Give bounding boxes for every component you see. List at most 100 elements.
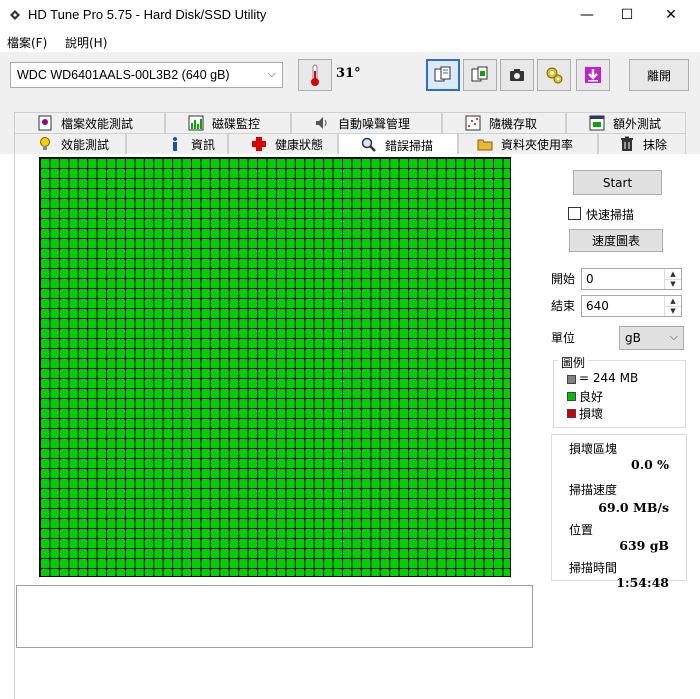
exit-button-label: 離開 xyxy=(646,68,671,83)
thermometer-icon xyxy=(311,64,319,86)
copy-text-icon xyxy=(434,66,451,82)
legend-good-swatch xyxy=(567,392,576,401)
scan-log-box xyxy=(16,585,533,648)
legend-title: 圖例 xyxy=(558,354,589,371)
stepper-arrows: ▲ ▼ xyxy=(664,296,681,316)
tab-file-benchmark[interactable]: 檔案效能測試 xyxy=(14,112,165,133)
unit-select-value: gB xyxy=(625,331,641,345)
position-value: 639 gB xyxy=(619,538,669,553)
scan-time-label: 掃描時間 xyxy=(569,561,618,575)
folder-icon xyxy=(477,136,493,152)
tab-error-scan[interactable]: 錯誤掃描 xyxy=(338,133,458,156)
options-button[interactable] xyxy=(537,59,571,91)
copy-image-icon xyxy=(471,66,488,82)
legend-block-swatch xyxy=(567,375,576,384)
tab-health[interactable]: 健康狀態 xyxy=(228,133,338,154)
position-label: 位置 xyxy=(569,523,594,537)
damaged-blocks-value: 0.0 % xyxy=(631,457,669,472)
tab-strip: 檔案效能測試 磁碟監控 自動噪聲管理 隨機存取 額外測試 效能測試 資訊 健康狀… xyxy=(0,108,700,156)
scatter-chart-icon xyxy=(465,115,481,131)
magnifier-icon xyxy=(361,137,377,153)
tab-label: 錯誤掃描 xyxy=(385,138,434,153)
camera-icon xyxy=(510,69,524,81)
speed-map-button[interactable]: 速度圖表 xyxy=(569,229,663,252)
window-chart-icon xyxy=(589,115,605,131)
quick-scan-label: 快速掃描 xyxy=(586,208,635,222)
tab-benchmark[interactable]: 效能測試 xyxy=(14,133,126,154)
tab-label: 健康狀態 xyxy=(275,137,324,152)
tab-row-1: 檔案效能測試 磁碟監控 自動噪聲管理 隨機存取 額外測試 xyxy=(14,112,686,134)
tab-label: 資料夾使用率 xyxy=(501,137,574,152)
maximize-button[interactable]: ☐ xyxy=(604,0,650,30)
trash-icon xyxy=(619,136,635,152)
temperature-value: 31° xyxy=(336,66,361,81)
speaker-icon xyxy=(314,115,330,131)
info-icon xyxy=(167,136,183,152)
tab-folder-usage[interactable]: 資料夾使用率 xyxy=(458,133,598,154)
file-benchmark-icon xyxy=(37,115,53,131)
menu-file[interactable]: 檔案(F) xyxy=(7,34,47,51)
tab-extra-tests[interactable]: 額外測試 xyxy=(566,112,686,133)
speed-map-button-label: 速度圖表 xyxy=(591,234,640,248)
start-button-label: Start xyxy=(602,175,633,190)
tab-info[interactable]: 資訊 xyxy=(126,133,228,154)
copy-info-button[interactable] xyxy=(426,59,460,91)
close-button[interactable]: ✕ xyxy=(648,0,694,30)
tab-row-2: 效能測試 資訊 健康狀態 錯誤掃描 資料夾使用率 抹除 xyxy=(14,133,686,156)
chevron-down-icon: ⌵ xyxy=(669,330,678,343)
download-arrow-icon xyxy=(585,67,601,83)
tab-label: 自動噪聲管理 xyxy=(338,116,411,131)
drive-select[interactable]: WDC WD6401AALS-00L3B2 (640 gB) ⌵ xyxy=(10,62,283,88)
exit-button[interactable]: 離開 xyxy=(629,59,689,91)
bar-chart-icon xyxy=(188,115,204,131)
tab-label: 資訊 xyxy=(191,137,216,152)
scan-speed-value: 69.0 MB/s xyxy=(598,500,669,515)
tab-label: 磁碟監控 xyxy=(212,116,261,131)
tab-label: 額外測試 xyxy=(613,116,662,131)
legend-block-size: = 244 MB xyxy=(579,371,639,385)
temperature-button[interactable] xyxy=(298,59,332,91)
scan-speed-label: 掃描速度 xyxy=(569,483,618,497)
stepper-down-icon[interactable]: ▼ xyxy=(665,306,681,316)
unit-label: 單位 xyxy=(551,331,576,345)
save-button[interactable] xyxy=(576,59,610,91)
damaged-blocks-label: 損壞區塊 xyxy=(569,442,618,456)
health-cross-icon xyxy=(251,136,267,152)
legend-good-label: 良好 xyxy=(579,390,604,404)
scan-time-value: 1:54:48 xyxy=(616,575,669,590)
toolbar: WDC WD6401AALS-00L3B2 (640 gB) ⌵ 31° 離開 xyxy=(0,52,700,109)
drive-select-value: WDC WD6401AALS-00L3B2 (640 gB) xyxy=(17,68,230,82)
minimize-icon: — xyxy=(580,7,594,23)
copy-screenshot-button[interactable] xyxy=(463,59,497,91)
end-position-stepper[interactable]: 640 ▲ ▼ xyxy=(581,295,682,317)
close-icon: ✕ xyxy=(665,7,677,23)
quick-scan-checkbox[interactable] xyxy=(568,207,581,220)
start-position-value: 0 xyxy=(586,272,594,286)
screenshot-button[interactable] xyxy=(500,59,534,91)
unit-select[interactable]: gB ⌵ xyxy=(619,326,684,350)
stepper-arrows: ▲ ▼ xyxy=(664,269,681,289)
gears-icon xyxy=(546,67,563,84)
start-button[interactable]: Start xyxy=(573,170,662,195)
title-bar: HD Tune Pro 5.75 - Hard Disk/SSD Utility… xyxy=(0,0,700,30)
tab-label: 效能測試 xyxy=(61,137,110,152)
lightbulb-icon xyxy=(37,136,53,152)
maximize-icon: ☐ xyxy=(620,7,634,23)
block-map-grid xyxy=(39,157,511,577)
tab-aam[interactable]: 自動噪聲管理 xyxy=(291,112,442,133)
menu-help[interactable]: 說明(H) xyxy=(65,34,107,51)
legend-bad-swatch xyxy=(567,409,576,418)
tab-random-access[interactable]: 隨機存取 xyxy=(442,112,566,133)
tab-label: 檔案效能測試 xyxy=(61,116,134,131)
tab-erase[interactable]: 抹除 xyxy=(598,133,686,154)
end-field-label: 結束 xyxy=(551,299,576,313)
app-icon xyxy=(10,10,20,20)
tab-disk-monitor[interactable]: 磁碟監控 xyxy=(165,112,291,133)
tab-label: 抹除 xyxy=(643,137,668,152)
start-position-stepper[interactable]: 0 ▲ ▼ xyxy=(581,268,682,290)
chevron-down-icon: ⌵ xyxy=(267,67,276,80)
start-field-label: 開始 xyxy=(551,272,576,286)
menu-bar: 檔案(F) 說明(H) xyxy=(0,30,700,52)
stepper-down-icon[interactable]: ▼ xyxy=(665,279,681,289)
end-position-value: 640 xyxy=(586,299,609,313)
